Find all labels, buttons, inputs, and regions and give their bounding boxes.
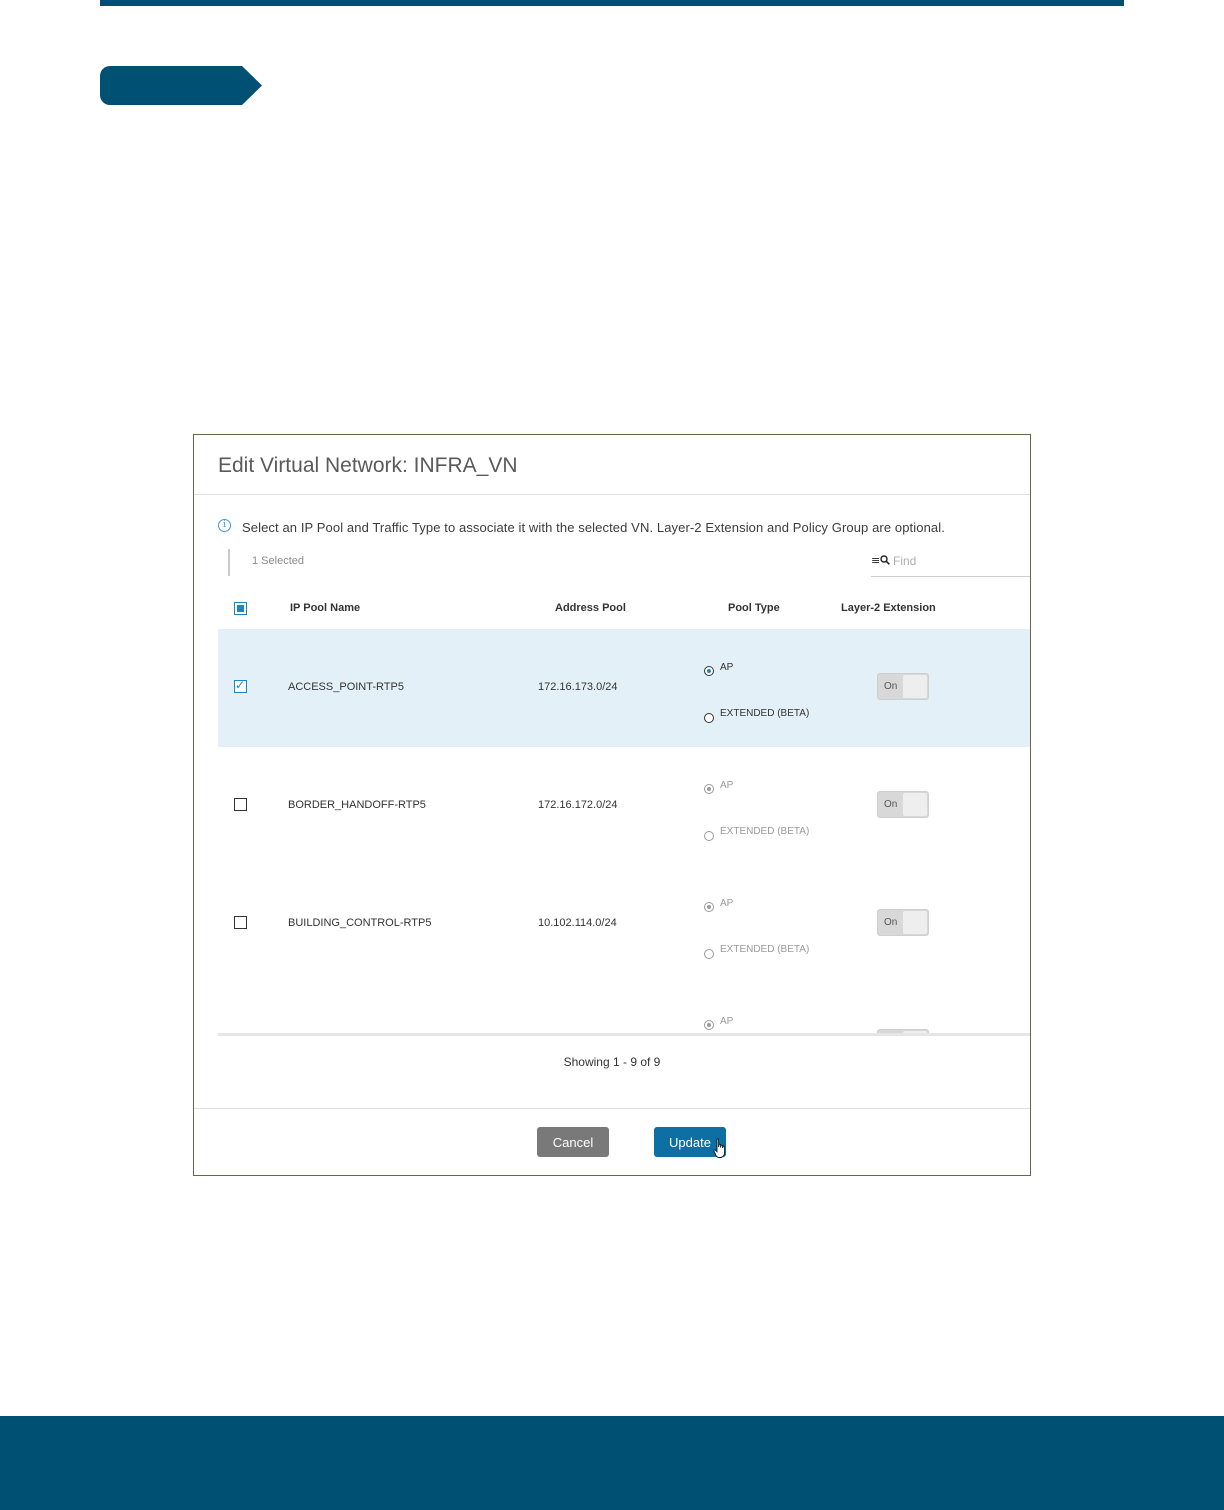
info-icon: i — [218, 519, 231, 532]
toggle-label: On — [884, 917, 898, 928]
toggle-label: On — [884, 681, 898, 692]
table-row[interactable]: BUILDING_CONTROL-RTP5 10.102.114.0/24 AP… — [218, 865, 1030, 983]
pool-type-ap-radio[interactable] — [704, 784, 714, 794]
ip-pool-name: BUILDING_CONTROL-RTP5 — [288, 917, 432, 929]
pool-type-ap-radio[interactable] — [704, 902, 714, 912]
toggle-knob — [903, 675, 927, 698]
column-header-layer2-extension[interactable]: Layer-2 Extension — [841, 602, 936, 614]
pool-type-ap-label: AP — [720, 1016, 734, 1027]
column-header-pool-type[interactable]: Pool Type — [728, 602, 780, 614]
table-row[interactable]: AP — [218, 983, 1030, 1033]
divider — [194, 1108, 1030, 1109]
ip-pool-name: ACCESS_POINT-RTP5 — [288, 681, 404, 693]
table-row[interactable]: ✓ ACCESS_POINT-RTP5 172.16.173.0/24 AP E… — [218, 629, 1030, 747]
address-pool: 10.102.114.0/24 — [538, 917, 617, 929]
search-box: ≡ — [871, 549, 1030, 577]
pool-type-ap-radio[interactable] — [704, 666, 714, 676]
pool-type-extended-radio[interactable] — [704, 713, 714, 723]
selection-bar — [228, 549, 230, 576]
table-row[interactable]: BORDER_HANDOFF-RTP5 172.16.172.0/24 AP E… — [218, 747, 1030, 865]
search-input[interactable] — [893, 552, 1023, 570]
row-checkbox[interactable] — [234, 916, 247, 929]
address-pool: 172.16.173.0/24 — [538, 681, 618, 693]
pool-type-extended-label: EXTENDED (BETA) — [720, 944, 810, 955]
pool-type-ap-label: AP — [720, 898, 734, 909]
pool-type-ap-label: AP — [720, 662, 734, 673]
pool-type-extended-label: EXTENDED (BETA) — [720, 708, 810, 719]
toggle-label: On — [884, 799, 898, 810]
hand-pointer-icon — [713, 1138, 726, 1158]
pool-type-extended-label: EXTENDED (BETA) — [720, 826, 810, 837]
pool-type-extended-radio[interactable] — [704, 949, 714, 959]
layer2-extension-toggle[interactable]: On — [877, 673, 929, 700]
select-all-checkbox[interactable] — [234, 602, 247, 615]
column-header-ip-pool-name[interactable]: IP Pool Name — [290, 602, 360, 614]
toggle-knob — [903, 911, 927, 934]
toggle-knob — [903, 793, 927, 816]
edit-virtual-network-dialog: Edit Virtual Network: INFRA_VN i Select … — [193, 434, 1031, 1176]
check-icon: ✓ — [235, 678, 246, 692]
column-header-address-pool[interactable]: Address Pool — [555, 602, 626, 614]
layer2-extension-toggle[interactable]: On — [877, 909, 929, 936]
selected-count: 1 Selected — [252, 555, 304, 567]
divider — [194, 494, 1030, 495]
pool-type-ap-radio[interactable] — [704, 1020, 714, 1030]
cancel-button[interactable]: Cancel — [537, 1127, 609, 1157]
layer2-extension-toggle[interactable]: On — [877, 791, 929, 818]
pool-type-extended-radio[interactable] — [704, 831, 714, 841]
pagination-summary: Showing 1 - 9 of 9 — [563, 1055, 661, 1069]
dialog-title: Edit Virtual Network: INFRA_VN — [218, 454, 518, 477]
pool-type-ap-label: AP — [720, 780, 734, 791]
row-checkbox[interactable] — [234, 798, 247, 811]
footer-band — [0, 1416, 1224, 1510]
filter-search-icon[interactable]: ≡ — [871, 553, 891, 567]
address-pool: 172.16.172.0/24 — [538, 799, 618, 811]
step-tab — [100, 66, 262, 105]
row-checkbox[interactable]: ✓ — [234, 678, 247, 693]
table-scroll-edge — [218, 1033, 1030, 1036]
top-rule — [100, 0, 1124, 6]
info-message: Select an IP Pool and Traffic Type to as… — [242, 520, 945, 535]
ip-pool-name: BORDER_HANDOFF-RTP5 — [288, 799, 426, 811]
